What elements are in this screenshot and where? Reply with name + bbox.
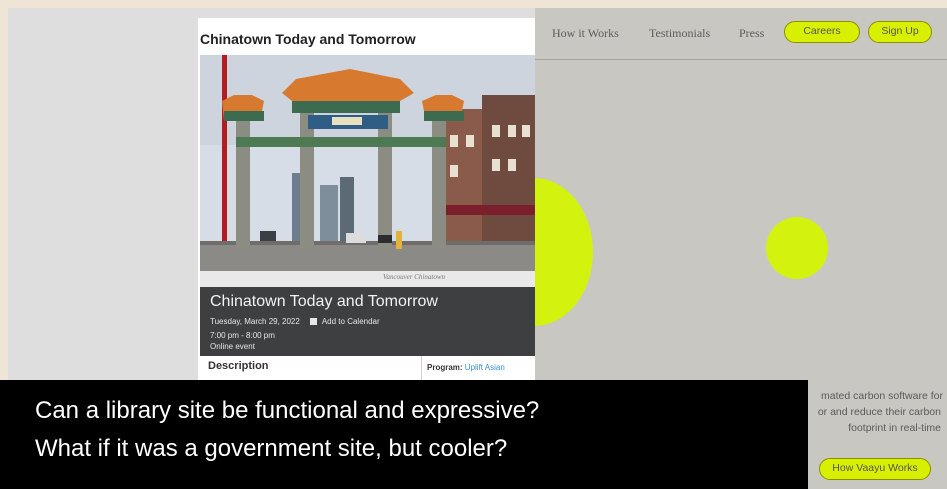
- add-to-calendar-link[interactable]: Add to Calendar: [322, 317, 380, 326]
- event-mode: Online event: [210, 342, 255, 351]
- photo-caption: Vancouver Chinatown: [382, 273, 445, 281]
- nav-how-it-works[interactable]: How it Works: [552, 26, 619, 41]
- event-title: Chinatown Today and Tomorrow: [210, 293, 438, 310]
- how-vaayu-works-button[interactable]: How Vaayu Works: [819, 458, 931, 480]
- blurb-line-3: footprint in real-time: [848, 422, 941, 434]
- decorative-circle-small: [766, 217, 828, 279]
- event-header: Chinatown Today and Tomorrow Tuesday, Ma…: [200, 287, 535, 356]
- card-title: Chinatown Today and Tomorrow: [200, 31, 416, 47]
- program-link[interactable]: Uplift Asian: [465, 363, 505, 372]
- overlay-question-2: What if it was a government site, but co…: [35, 435, 508, 462]
- chinatown-gate-photo: [200, 55, 535, 271]
- program-row: Program: Uplift Asian: [427, 363, 505, 372]
- caption-overlay: Can a library site be functional and exp…: [0, 380, 808, 489]
- library-event-card: Chinatown Today and Tomorrow Vancouver C…: [198, 18, 535, 400]
- blurb-line-2: or and reduce their carbon: [817, 406, 941, 418]
- careers-button[interactable]: Careers: [784, 21, 860, 43]
- nav-testimonials[interactable]: Testimonials: [649, 26, 710, 41]
- calendar-icon: [310, 318, 318, 325]
- nav-press[interactable]: Press: [739, 26, 764, 41]
- blurb-line-1: mated carbon software for: [821, 390, 943, 402]
- program-label: Program:: [427, 363, 463, 372]
- signup-button[interactable]: Sign Up: [868, 21, 932, 43]
- event-date: Tuesday, March 29, 2022: [210, 317, 300, 326]
- decorative-circle-large: [535, 178, 593, 326]
- overlay-question-1: Can a library site be functional and exp…: [35, 397, 540, 424]
- nav-divider: [535, 59, 947, 60]
- event-time: 7:00 pm - 8:00 pm: [210, 331, 275, 340]
- description-heading: Description: [208, 360, 269, 372]
- photo-caption-bar: Vancouver Chinatown: [200, 271, 535, 287]
- event-date-row: Tuesday, March 29, 2022 Add to Calendar: [210, 317, 380, 326]
